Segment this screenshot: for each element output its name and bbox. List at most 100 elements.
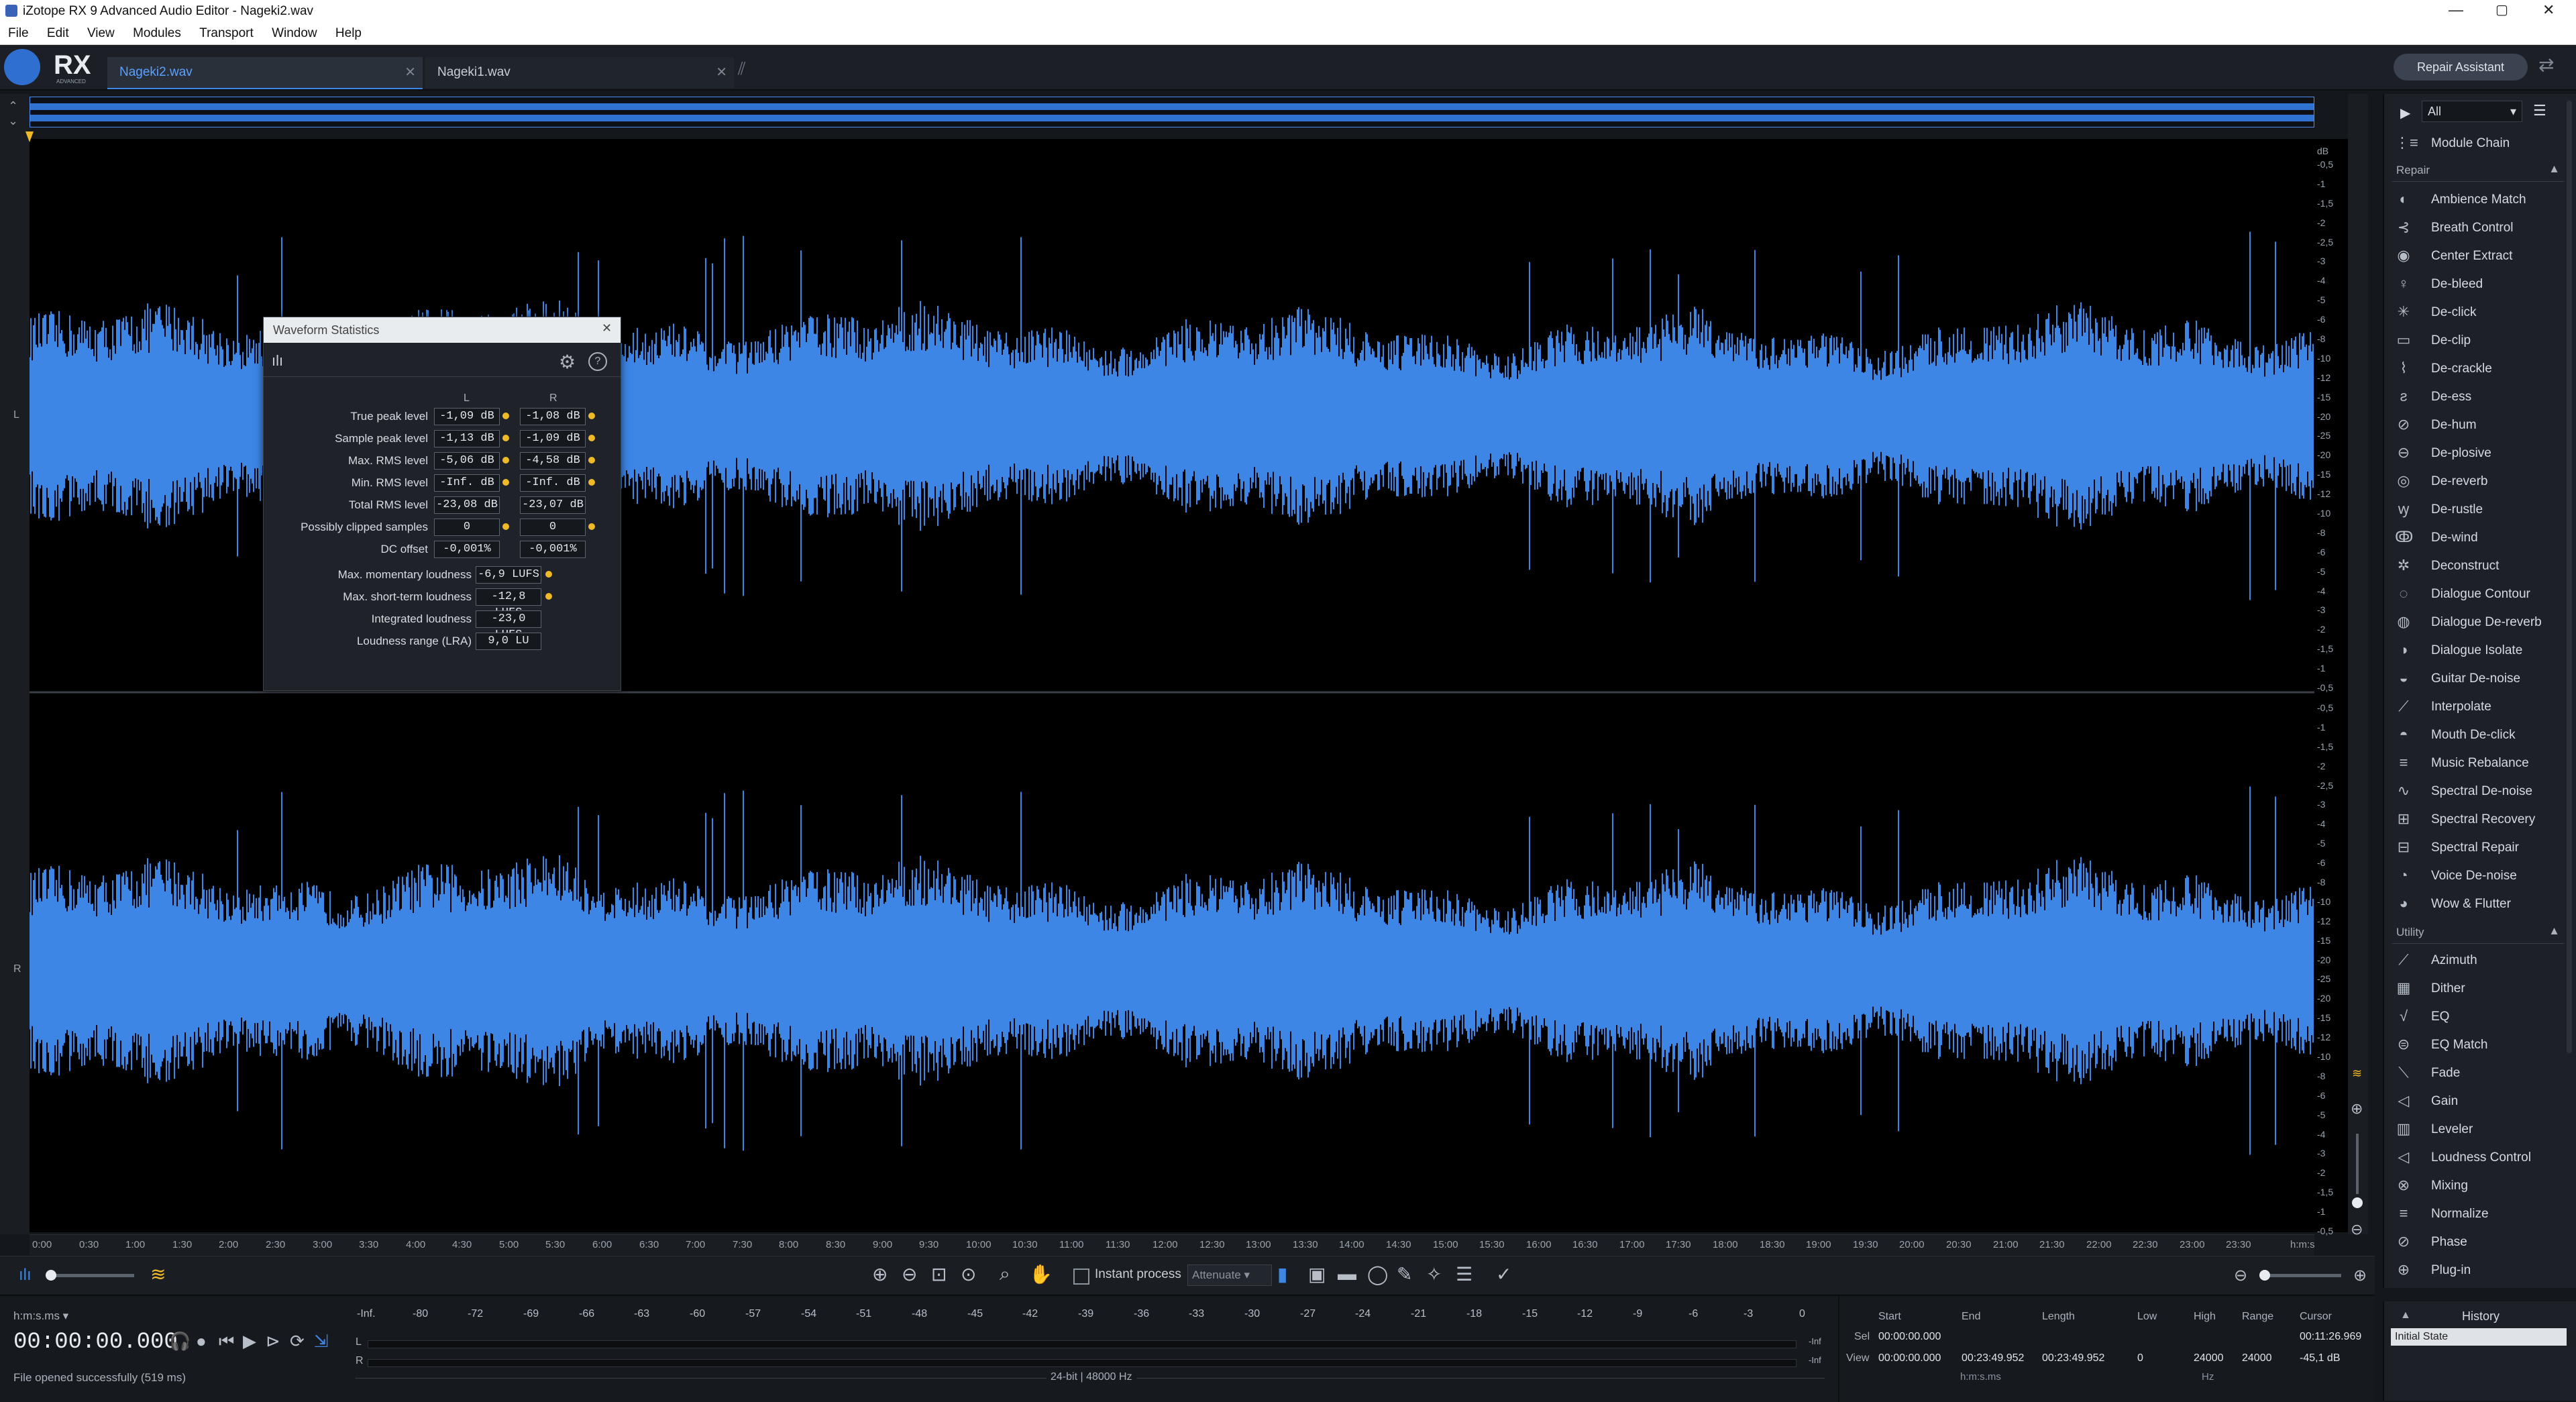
- module-icon: ◔: [2399, 867, 2408, 883]
- repair-section-header[interactable]: Repair ▲: [2392, 161, 2564, 182]
- menu-help[interactable]: Help: [335, 26, 362, 41]
- zoom-in-icon[interactable]: ⊕: [872, 1263, 888, 1285]
- magic-wand-icon[interactable]: ✧: [1426, 1263, 1442, 1285]
- pencil-icon[interactable]: ✓: [1496, 1263, 1511, 1285]
- module-icon: ◑: [2399, 641, 2408, 658]
- spectrogram-view-icon[interactable]: ≋: [150, 1263, 166, 1285]
- time-format-select[interactable]: h:m:s.ms ▾: [13, 1309, 68, 1323]
- brush-icon[interactable]: ✎: [1397, 1263, 1412, 1285]
- headphones-icon[interactable]: 🎧: [169, 1331, 191, 1352]
- tab-label: Nageki2.wav: [119, 65, 193, 79]
- module-label: De-reverb: [2431, 474, 2488, 488]
- zoom-in-vertical-icon[interactable]: ⊕: [2351, 1100, 2363, 1118]
- preview-play-icon[interactable]: ▶: [2400, 105, 2410, 121]
- vertical-zoom-slider[interactable]: [2356, 1134, 2359, 1194]
- minimize-button[interactable]: —: [2449, 1, 2463, 19]
- sel-start[interactable]: 00:00:00.000: [1878, 1331, 1941, 1343]
- close-window-button[interactable]: ✕: [2542, 1, 2555, 19]
- hand-icon[interactable]: ✋: [1029, 1263, 1053, 1285]
- rx-globe-icon[interactable]: [4, 49, 40, 85]
- view-length[interactable]: 00:23:49.952: [2042, 1352, 2104, 1364]
- view-high[interactable]: 24000: [2194, 1352, 2224, 1364]
- module-list-menu-icon[interactable]: ☰: [2533, 102, 2546, 119]
- menu-view[interactable]: View: [87, 26, 115, 41]
- help-icon[interactable]: ?: [588, 352, 607, 371]
- db-tick-label: -4: [2317, 818, 2326, 829]
- blend-slider-handle[interactable]: [46, 1270, 56, 1281]
- zoom-fit-icon[interactable]: ⊙: [961, 1263, 976, 1285]
- menu-file[interactable]: File: [8, 26, 29, 41]
- repair-assistant-arrow-icon[interactable]: ⇄: [2538, 54, 2565, 80]
- follow-playhead-icon[interactable]: ⇲: [314, 1331, 329, 1352]
- time-tick-label: 1:00: [125, 1239, 146, 1250]
- meter-scale-label: -54: [801, 1308, 817, 1319]
- module-panel-scrollbar[interactable]: [2567, 101, 2572, 1053]
- close-tab-icon[interactable]: ✕: [405, 64, 416, 80]
- view-range[interactable]: 24000: [2242, 1352, 2272, 1364]
- loudness-value: -23,0 LUFS: [476, 610, 541, 641]
- horizontal-zoom-handle[interactable]: [2259, 1270, 2270, 1281]
- horizontal-zoom-slider[interactable]: [2261, 1274, 2341, 1277]
- meter-scale-label: -48: [912, 1308, 928, 1319]
- lasso-icon[interactable]: ◯: [1367, 1263, 1388, 1285]
- module-icon: ▥: [2396, 1120, 2411, 1137]
- record-icon[interactable]: ●: [196, 1331, 207, 1352]
- history-item[interactable]: Initial State: [2391, 1328, 2567, 1346]
- collapse-section-icon[interactable]: ▲: [2548, 162, 2560, 176]
- module-icon: ⟋: [2398, 951, 2409, 968]
- vertical-zoom-handle[interactable]: [2352, 1197, 2363, 1208]
- module-filter-select[interactable]: All ▾: [2422, 101, 2522, 122]
- db-tick-label: -1,5: [2317, 198, 2334, 209]
- zoom-out-horizontal-icon[interactable]: ⊖: [2234, 1266, 2247, 1285]
- play-icon[interactable]: ▶: [243, 1331, 256, 1352]
- zoom-selection-icon[interactable]: ⊡: [931, 1263, 947, 1285]
- play-selection-icon[interactable]: ⊳: [266, 1331, 280, 1352]
- window-title: iZotope RX 9 Advanced Audio Editor - Nag…: [23, 4, 314, 18]
- expand-overview-icon[interactable]: ⌄: [8, 114, 18, 128]
- zoom-in-horizontal-icon[interactable]: ⊕: [2353, 1266, 2367, 1285]
- box-select-icon[interactable]: ▣: [1308, 1263, 1326, 1285]
- waveform-view-icon[interactable]: ılı: [19, 1266, 32, 1285]
- magnify-icon[interactable]: ⌕: [1000, 1263, 1010, 1285]
- zoom-out-icon[interactable]: ⊖: [902, 1263, 917, 1285]
- collapse-overview-icon[interactable]: ⌃: [8, 99, 18, 113]
- tab-scroll-icon[interactable]: ⫽: [738, 58, 746, 80]
- utility-section-header[interactable]: Utility ▲: [2392, 923, 2564, 944]
- menu-modules[interactable]: Modules: [133, 26, 181, 41]
- skip-back-icon[interactable]: ⏮: [219, 1331, 234, 1352]
- harmonic-select-icon[interactable]: ☰: [1456, 1263, 1472, 1285]
- close-tab-icon[interactable]: ✕: [716, 64, 727, 80]
- zoom-out-vertical-icon[interactable]: ⊖: [2351, 1221, 2363, 1238]
- menu-window[interactable]: Window: [272, 26, 317, 41]
- time-unit-label: h:m:s.ms: [1960, 1371, 2001, 1383]
- db-tick-label: -6: [2317, 857, 2326, 868]
- spectrogram-blend-slider[interactable]: [47, 1274, 134, 1277]
- maximize-button[interactable]: ▢: [2496, 1, 2508, 18]
- time-select-icon[interactable]: ▮: [1277, 1263, 1287, 1285]
- dialog-title-bar[interactable]: Waveform Statistics ✕: [264, 317, 621, 343]
- tab-nageki2[interactable]: Nageki2.wav ✕: [107, 57, 423, 89]
- view-low[interactable]: 0: [2137, 1352, 2143, 1364]
- module-label: Ambience Match: [2431, 193, 2526, 207]
- collapse-section-icon[interactable]: ▲: [2548, 924, 2560, 938]
- view-end[interactable]: 00:23:49.952: [1962, 1352, 2024, 1364]
- instant-process-checkbox[interactable]: [1073, 1269, 1089, 1285]
- menu-edit[interactable]: Edit: [47, 26, 69, 41]
- frequency-select-icon[interactable]: ▬: [1338, 1263, 1356, 1285]
- time-ruler[interactable]: 0:00 0:30 1:00 1:30 2:00 2:30 3:00 3:30 4:00 4:30…: [30, 1234, 2315, 1255]
- loop-icon[interactable]: ⟳: [290, 1331, 305, 1352]
- time-tick-label: 20:30: [1946, 1239, 1972, 1250]
- time-tick-label: 11:00: [1059, 1239, 1084, 1250]
- repair-assistant-button[interactable]: Repair Assistant: [2394, 54, 2528, 80]
- menu-transport[interactable]: Transport: [199, 26, 254, 41]
- waveform-overview[interactable]: [29, 96, 2315, 128]
- dialog-close-icon[interactable]: ✕: [602, 321, 612, 335]
- instant-process-mode-select[interactable]: Attenuate ▾: [1187, 1264, 1272, 1286]
- tab-nageki1[interactable]: Nageki1.wav ✕: [425, 57, 734, 88]
- spectrogram-toggle-icon[interactable]: ≋: [2352, 1067, 2362, 1081]
- view-start[interactable]: 00:00:00.000: [1878, 1352, 1941, 1364]
- db-tick-label: -1: [2317, 178, 2326, 189]
- meter-scale-label: -39: [1078, 1308, 1094, 1319]
- db-unit: dB: [2317, 146, 2329, 156]
- settings-gear-icon[interactable]: ⚙: [559, 351, 576, 373]
